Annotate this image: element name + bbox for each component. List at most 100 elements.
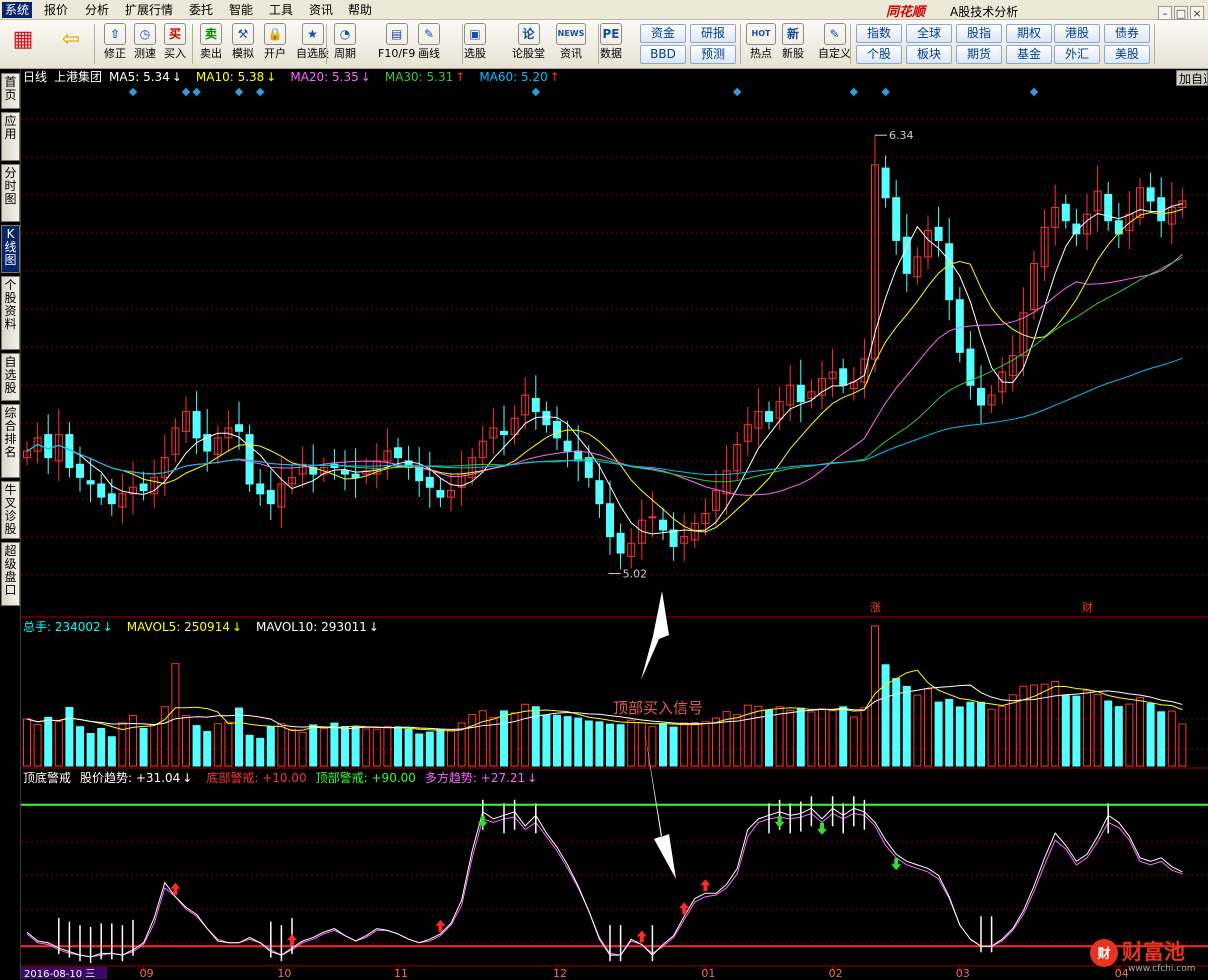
event-marker[interactable]: 财	[1082, 600, 1093, 614]
sidebar-tab[interactable]: 牛叉诊股	[1, 481, 20, 539]
volume-bar	[160, 706, 169, 767]
volume-bar	[319, 727, 328, 767]
quick-button[interactable]: 基金	[1006, 45, 1052, 64]
quick-button[interactable]: 资金	[640, 24, 686, 43]
quick-button[interactable]: 预测	[690, 45, 736, 64]
event-diamond-icon[interactable]	[881, 87, 890, 97]
sidebar-tab[interactable]: 个股资料	[1, 276, 20, 350]
event-diamond-icon[interactable]	[234, 87, 244, 97]
hammer-button[interactable]: ⚒ 模拟	[232, 23, 254, 61]
buy-button[interactable]: 买买入	[164, 23, 186, 61]
volume-bar	[1019, 685, 1028, 767]
event-diamond-icon[interactable]	[531, 87, 541, 97]
toolbar-label: 自定义	[818, 47, 851, 60]
quick-button[interactable]: 全球	[906, 24, 952, 43]
event-diamond-icon[interactable]	[128, 87, 138, 97]
event-diamond-icon[interactable]	[255, 87, 265, 97]
sidebar-tab[interactable]: K线图	[1, 225, 20, 273]
quick-button[interactable]: 股指	[956, 24, 1002, 43]
pe-button[interactable]: PE 数据	[600, 23, 622, 61]
menu-item[interactable]: 扩展行情	[122, 2, 176, 18]
buy-arrow-icon	[636, 930, 647, 943]
f10-button[interactable]: ▤ F10/F9	[378, 23, 415, 61]
sidebar-tab[interactable]: 首页	[1, 73, 20, 109]
sidebar-tab[interactable]: 分时图	[1, 164, 20, 222]
menu-item[interactable]: 委托	[186, 2, 216, 18]
toolbar-separator	[740, 24, 741, 64]
candle-body	[669, 529, 678, 547]
back-icon[interactable]: ⇦	[56, 26, 86, 56]
lungutang-button[interactable]: 论论股堂	[512, 23, 545, 61]
lock-button[interactable]: 🔒 开户	[264, 23, 286, 61]
candle-body	[606, 503, 614, 538]
toolbar-separator	[598, 24, 599, 64]
minimize-icon[interactable]: –	[1158, 6, 1172, 20]
pe-icon: PE	[600, 23, 622, 45]
candle-body	[235, 424, 243, 432]
quick-button[interactable]: 个股	[856, 45, 902, 64]
volume-bar	[468, 714, 477, 767]
hot-icon: HOT	[746, 23, 776, 45]
menu-item[interactable]: 帮助	[345, 2, 375, 18]
news-button[interactable]: NEWS 资讯	[556, 23, 586, 61]
candle-body	[425, 476, 434, 488]
market-logo-icon[interactable]: ▦	[8, 26, 38, 56]
menu-item[interactable]: 报价	[41, 2, 71, 18]
volume-bar	[404, 728, 413, 767]
event-marker[interactable]: 涨	[870, 601, 881, 614]
newstock-button[interactable]: 新新股	[782, 23, 804, 61]
candle-body	[436, 490, 445, 498]
menu-item[interactable]: 智能	[226, 2, 256, 18]
volume-bar	[277, 723, 286, 767]
volume-bar	[669, 726, 678, 767]
candle-body	[616, 532, 625, 554]
volume-bar	[1008, 694, 1017, 767]
chart-area: 日线 上港集团 MA5: 5.34 ↓ MA10: 5.38 ↓ MA20: 5.35 ↓ MA…	[21, 69, 1208, 980]
star-button[interactable]: ★ 自选股	[296, 23, 329, 61]
refresh-button[interactable]: ⇧ 修正	[104, 23, 126, 61]
volume-bar	[881, 664, 890, 767]
clock-cycle-button[interactable]: ◔ 周期	[334, 23, 356, 61]
volume-bar	[977, 701, 985, 767]
quick-button[interactable]: 期货	[956, 45, 1002, 64]
clock-button[interactable]: ◷ 测速	[134, 23, 156, 61]
pencil-button[interactable]: ✎ 画线	[418, 23, 440, 61]
quick-button[interactable]: 美股	[1104, 45, 1150, 64]
hot-button[interactable]: HOT 热点	[746, 23, 776, 61]
event-diamond-icon[interactable]	[192, 87, 201, 97]
quick-button[interactable]: BBD	[640, 45, 686, 64]
quick-button[interactable]: 债券	[1104, 24, 1150, 43]
menu-item[interactable]: 工具	[266, 2, 296, 18]
sidebar-tab[interactable]: 自选股	[1, 353, 20, 401]
quick-button[interactable]: 港股	[1054, 24, 1100, 43]
event-diamond-icon[interactable]	[1029, 87, 1039, 97]
close-icon[interactable]: ×	[1190, 6, 1204, 20]
watermark-url: www.cfchi.com	[1128, 964, 1195, 974]
custom-button[interactable]: ✎ 自定义	[818, 23, 851, 61]
menu-bar: 系统 报价 分析 扩展行情 委托 智能 工具 资讯 帮助	[0, 0, 1208, 20]
event-diamond-icon[interactable]	[181, 87, 191, 97]
quick-button[interactable]: 期权	[1006, 24, 1052, 43]
menu-item[interactable]: 资讯	[306, 2, 336, 18]
event-diamond-icon[interactable]	[849, 87, 859, 97]
quick-button[interactable]: 板块	[906, 45, 952, 64]
quick-button[interactable]: 指数	[856, 24, 902, 43]
volume-bar	[913, 694, 922, 767]
multi-trend-line	[26, 812, 1183, 958]
sidebar-tab[interactable]: 综合排名	[1, 404, 20, 478]
menu-item[interactable]: 分析	[82, 2, 112, 18]
volume-bar	[690, 722, 699, 767]
volume-bar	[182, 715, 190, 767]
sidebar-tab[interactable]: 超级盘口	[1, 542, 20, 606]
maximize-icon[interactable]: □	[1174, 6, 1188, 20]
sell-button[interactable]: 卖卖出	[200, 23, 222, 61]
event-diamond-icon[interactable]	[732, 87, 742, 97]
quick-button[interactable]: 外汇	[1054, 45, 1100, 64]
candle-body	[44, 434, 53, 459]
candles	[23, 135, 1187, 570]
menu-item[interactable]: 系统	[2, 2, 33, 18]
kline-chart[interactable]: 6.345.02涨 财09 10 11 12 01 02 03 042016-08-10 三顶部…	[21, 69, 1208, 980]
quick-button[interactable]: 研报	[690, 24, 736, 43]
monitor-button[interactable]: ▣ 选股	[464, 23, 486, 61]
sidebar-tab[interactable]: 应用	[1, 112, 20, 161]
